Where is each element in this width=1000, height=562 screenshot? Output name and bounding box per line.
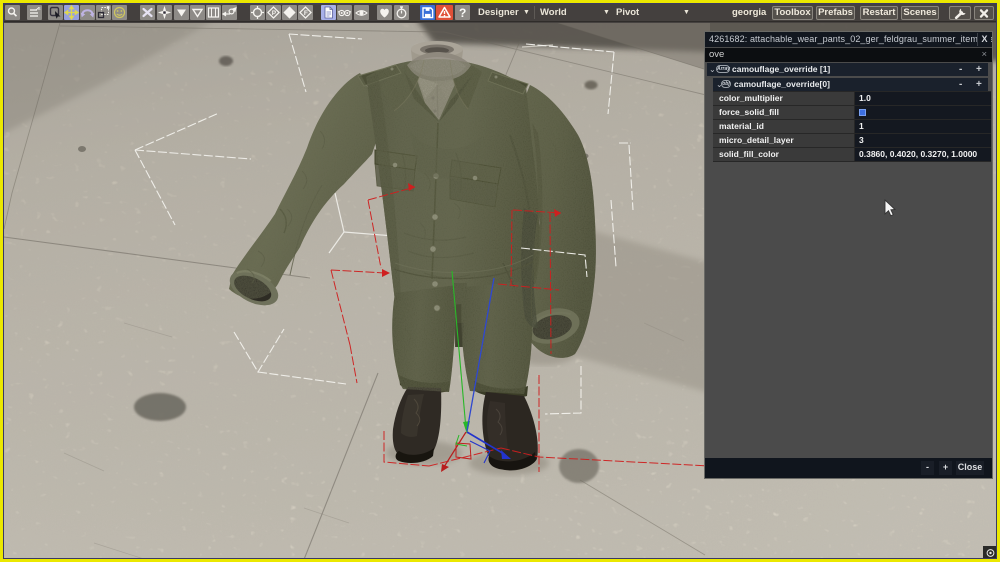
svg-text:F: F	[304, 10, 308, 17]
svg-text:P: P	[272, 10, 277, 17]
svg-text:?: ?	[459, 6, 466, 20]
svg-text:s: s	[38, 6, 41, 12]
